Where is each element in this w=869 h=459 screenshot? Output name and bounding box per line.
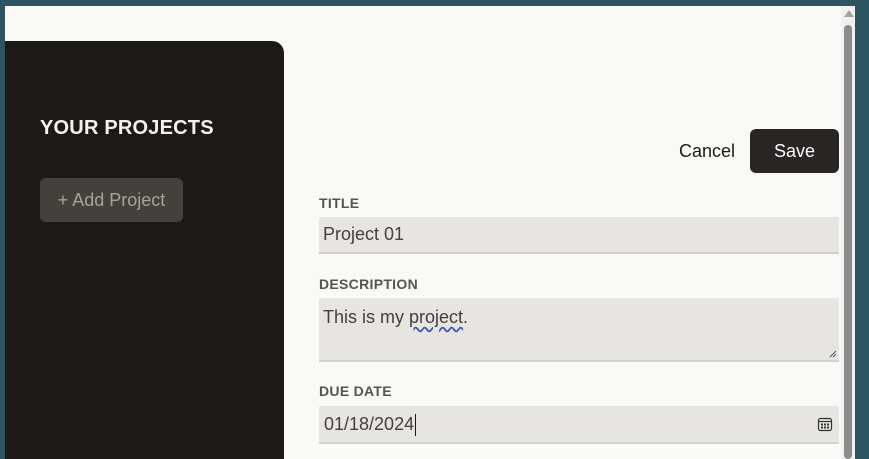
spellcheck-word: project <box>409 307 464 327</box>
sidebar-title: YOUR PROJECTS <box>40 117 214 139</box>
resize-grip-icon[interactable] <box>829 350 837 358</box>
title-label: TITLE <box>319 195 360 211</box>
vertical-scrollbar[interactable] <box>841 6 855 459</box>
projects-sidebar: YOUR PROJECTS + Add Project <box>5 41 284 459</box>
due-date-value: 01/18/2024 <box>324 414 417 437</box>
scroll-thumb[interactable] <box>844 25 852 459</box>
save-button[interactable]: Save <box>750 129 839 173</box>
scroll-up-arrow-icon[interactable] <box>844 10 854 17</box>
description-text: This is my project. <box>323 307 468 327</box>
app-viewport: YOUR PROJECTS + Add Project Cancel Save … <box>5 6 841 459</box>
due-date-input[interactable]: 01/18/2024 <box>319 406 839 444</box>
due-date-label: DUE DATE <box>319 383 392 399</box>
cancel-button[interactable]: Cancel <box>669 129 745 173</box>
add-project-button[interactable]: + Add Project <box>40 178 183 222</box>
description-textarea[interactable]: This is my project. <box>319 298 839 362</box>
calendar-icon[interactable] <box>817 416 833 432</box>
description-label: DESCRIPTION <box>319 276 418 292</box>
description-text-start: This is my <box>323 307 410 327</box>
description-text-end: . <box>463 307 469 327</box>
due-date-text: 01/18/2024 <box>324 414 415 434</box>
title-input[interactable] <box>319 217 839 254</box>
text-caret <box>415 414 417 437</box>
